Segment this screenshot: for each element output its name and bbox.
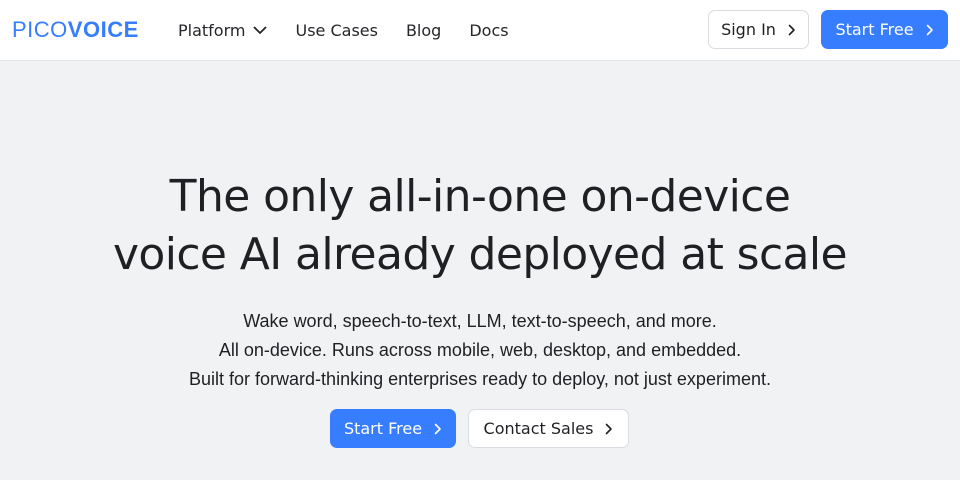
hero-subtitle: Wake word, speech-to-text, LLM, text-to-… [0,307,960,394]
hero-title: The only all-in-one on-device voice AI a… [0,168,960,284]
hero-subtitle-line-1: Wake word, speech-to-text, LLM, text-to-… [243,311,717,331]
nav-blog[interactable]: Blog [406,21,441,40]
hero-start-free-label: Start Free [343,419,423,438]
nav-use-cases[interactable]: Use Cases [295,21,377,40]
nav-blog-label: Blog [405,20,442,40]
sign-in-button[interactable]: Sign In [708,10,809,49]
hero-title-line-1: The only all-in-one on-device [169,171,791,222]
header-start-free-button[interactable]: Start Free [821,10,948,49]
contact-sales-button[interactable]: Contact Sales [468,409,629,448]
chevron-right-icon [788,24,795,35]
nav-platform[interactable]: Platform [178,21,267,40]
logo-text-voice: VOICE [67,17,139,42]
logo-text-pico: PICO [12,17,68,42]
nav-docs[interactable]: Docs [469,21,508,40]
hero-subtitle-line-2: All on-device. Runs across mobile, web, … [218,340,742,360]
picovoice-logo[interactable]: PICO VOICE [12,17,139,42]
chevron-down-icon [254,26,267,34]
nav-platform-label: Platform [178,20,246,40]
sign-in-label: Sign In [721,20,776,39]
header-start-free-label: Start Free [835,20,914,39]
chevron-right-icon [926,24,933,35]
chevron-right-icon [606,423,613,434]
main-nav: Platform Use Cases Blog Docs [178,18,509,42]
nav-use-cases-label: Use Cases [295,20,378,40]
hero-start-free-button[interactable]: Start Free [330,409,456,448]
chevron-right-icon [434,423,441,434]
nav-docs-label: Docs [469,20,509,40]
contact-sales-label: Contact Sales [483,419,594,438]
hero-title-line-2: voice AI already deployed at scale [112,229,848,280]
top-navbar: PICO VOICE Platform Use Cases Blog Docs S… [0,0,960,61]
hero-subtitle-line-3: Built for forward-thinking enterprises r… [189,369,771,389]
